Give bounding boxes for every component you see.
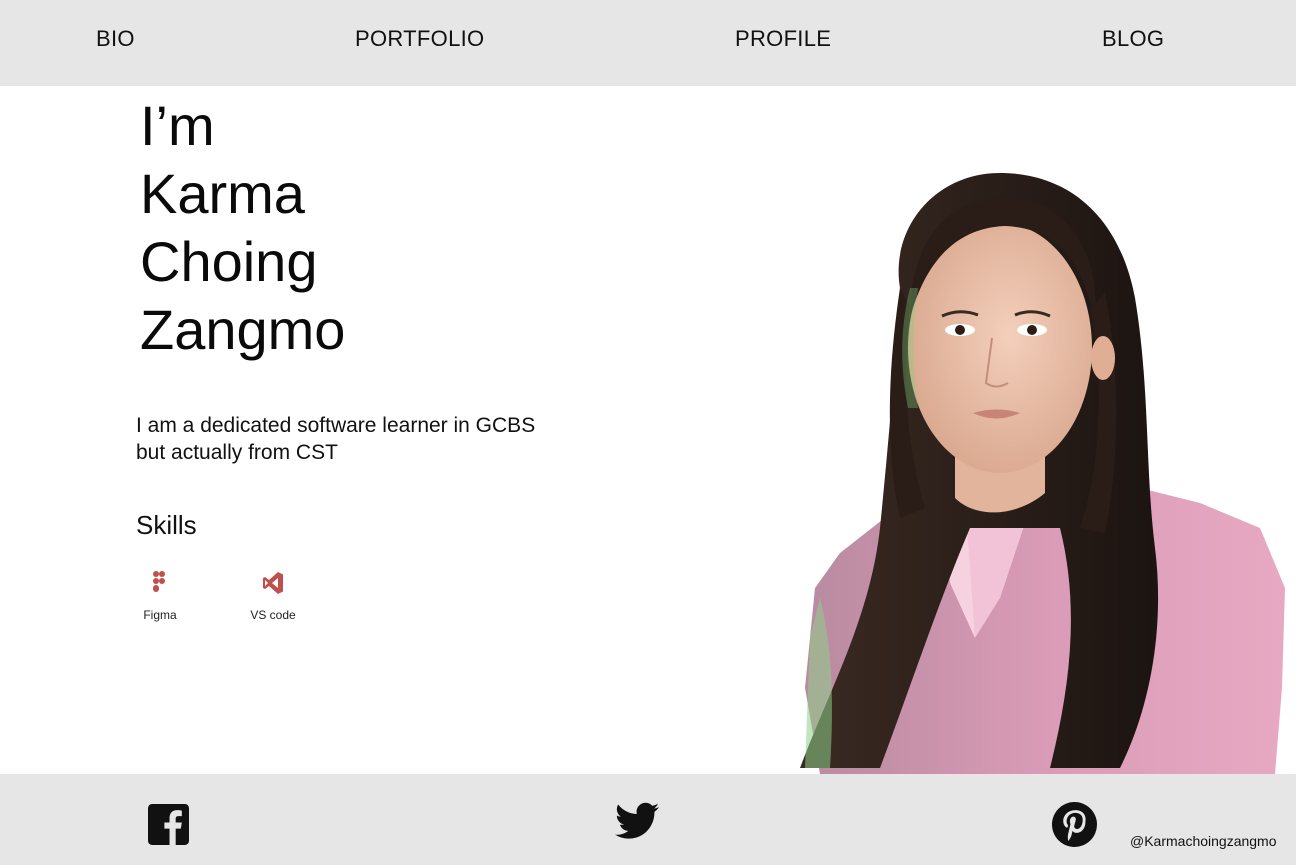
hero-line-middle-name: Choing (140, 230, 318, 293)
social-handle[interactable]: @Karmachoingzangmo (1130, 833, 1277, 849)
skill-vscode: VS code (238, 570, 308, 622)
nav-link-blog[interactable]: BLOG (1102, 26, 1164, 52)
hero-heading: I’m Karma Choing Zangmo (140, 92, 345, 364)
skills-title: Skills (136, 510, 197, 540)
nav-link-portfolio[interactable]: PORTFOLIO (355, 26, 484, 52)
skill-figma: Figma (125, 570, 195, 622)
nav-link-bio[interactable]: BIO (96, 26, 135, 52)
intro-text: I am a dedicated software learner in GCB… (136, 414, 536, 464)
top-navigation: BIO PORTFOLIO PROFILE BLOG (0, 0, 1296, 86)
twitter-icon[interactable] (615, 802, 659, 840)
portrait-photo (800, 173, 1285, 774)
figma-icon (153, 571, 165, 592)
hero-line-first-name: Karma (140, 162, 305, 225)
hero-line-greeting: I’m (140, 94, 215, 157)
nav-link-profile[interactable]: PROFILE (735, 26, 831, 52)
hero-line-last-name: Zangmo (140, 298, 346, 361)
vscode-icon (263, 572, 283, 594)
footer: @Karmachoingzangmo (0, 774, 1296, 865)
pinterest-icon[interactable] (1052, 802, 1097, 847)
skill-label-figma: Figma (143, 608, 177, 622)
facebook-icon[interactable] (148, 804, 189, 845)
skill-label-vscode: VS code (250, 608, 296, 622)
